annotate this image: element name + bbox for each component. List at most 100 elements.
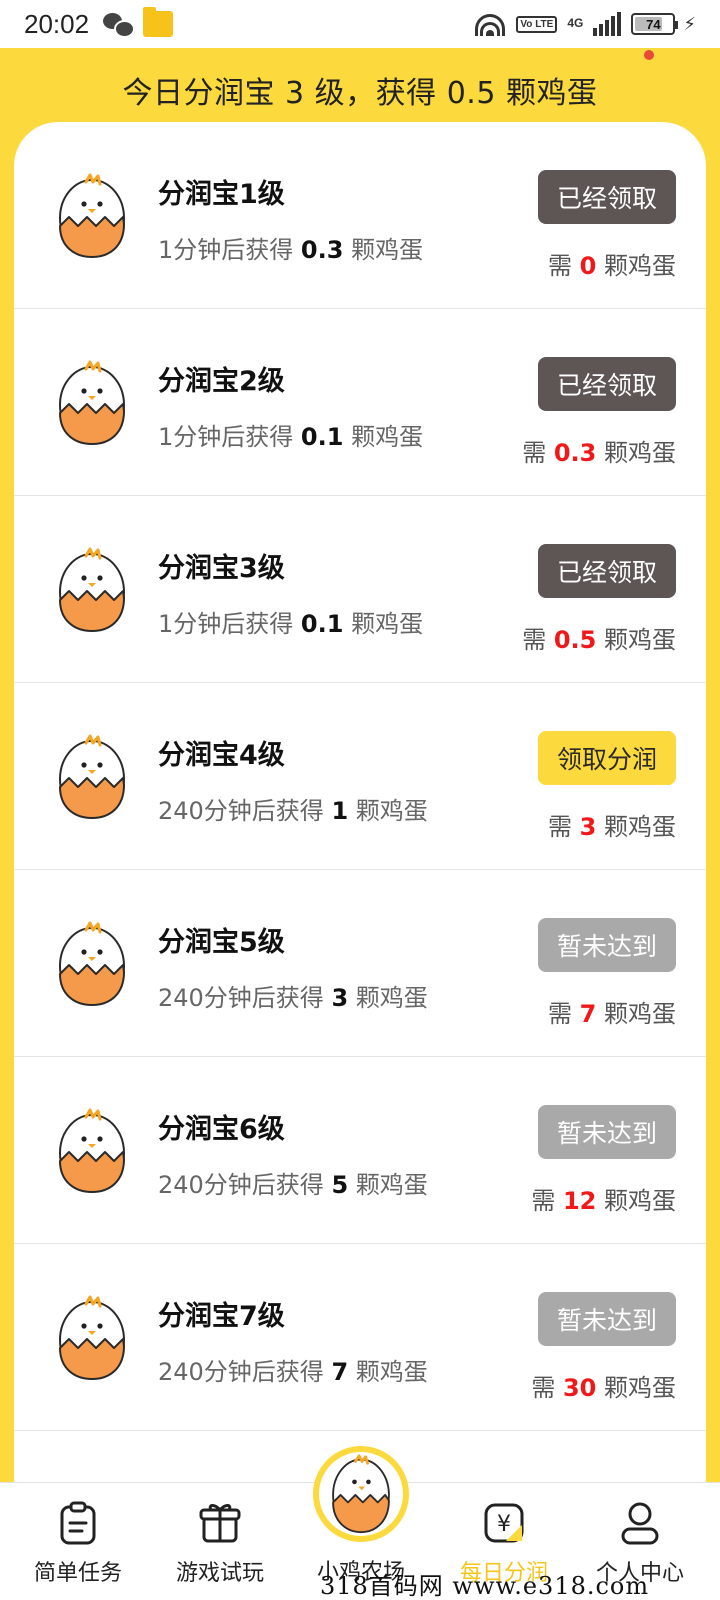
level-row: 分润宝7级 240分钟后获得 7 颗鸡蛋 暂未达到 需 30 颗鸡蛋 bbox=[14, 1244, 706, 1431]
level-requirement: 需 12 颗鸡蛋 bbox=[531, 1181, 676, 1216]
level-requirement: 需 0.5 颗鸡蛋 bbox=[522, 620, 676, 655]
signal-icon bbox=[593, 12, 622, 36]
reward-suffix: 颗鸡蛋 bbox=[351, 236, 424, 264]
claimed-button[interactable]: 已经领取 bbox=[538, 357, 676, 411]
level-row: 分润宝3级 1分钟后获得 0.1 颗鸡蛋 已经领取 需 0.5 颗鸡蛋 bbox=[14, 496, 706, 683]
red-dot-decoration bbox=[644, 50, 654, 60]
level-row: 分润宝5级 240分钟后获得 3 颗鸡蛋 暂未达到 需 7 颗鸡蛋 bbox=[14, 870, 706, 1057]
reward-prefix: 1分钟后获得 bbox=[158, 236, 294, 264]
reward-amount: 0.1 bbox=[300, 610, 344, 638]
need-suffix: 颗鸡蛋 bbox=[604, 626, 676, 654]
level-reward-desc: 1分钟后获得 0.1 颗鸡蛋 bbox=[158, 417, 423, 452]
wechat-icon bbox=[103, 11, 136, 38]
notification-icons bbox=[103, 7, 174, 38]
level-requirement: 需 0 颗鸡蛋 bbox=[548, 246, 676, 281]
reward-amount: 0.1 bbox=[300, 423, 344, 451]
level-reward-desc: 240分钟后获得 7 颗鸡蛋 bbox=[158, 1352, 428, 1387]
chick-egg-icon bbox=[59, 173, 125, 258]
level-title: 分润宝1级 bbox=[158, 179, 285, 210]
clipboard-icon bbox=[60, 1501, 96, 1545]
need-amount: 12 bbox=[562, 1187, 597, 1215]
not-reached-button[interactable]: 暂未达到 bbox=[538, 1105, 676, 1159]
system-icons: Vo LTE 4G 74 ⚡ bbox=[474, 12, 696, 36]
claim-profit-button[interactable]: 领取分润 bbox=[538, 731, 676, 785]
nav-chick-farm-button[interactable] bbox=[313, 1446, 409, 1542]
reward-prefix: 240分钟后获得 bbox=[158, 797, 324, 825]
need-suffix: 颗鸡蛋 bbox=[604, 252, 676, 280]
level-title: 分润宝2级 bbox=[158, 366, 285, 397]
reward-prefix: 240分钟后获得 bbox=[158, 1358, 324, 1386]
need-amount: 0.5 bbox=[553, 626, 597, 654]
need-suffix: 颗鸡蛋 bbox=[604, 1374, 676, 1402]
battery-level: 74 bbox=[646, 16, 661, 32]
need-suffix: 颗鸡蛋 bbox=[604, 813, 676, 841]
reward-amount: 3 bbox=[331, 984, 349, 1012]
level-reward-desc: 240分钟后获得 5 颗鸡蛋 bbox=[158, 1165, 428, 1200]
nav-label-simple-tasks: 简单任务 bbox=[33, 1561, 122, 1586]
chick-egg-icon bbox=[332, 1454, 390, 1534]
reward-amount: 1 bbox=[331, 797, 349, 825]
reward-suffix: 颗鸡蛋 bbox=[355, 1358, 428, 1386]
claimed-button[interactable]: 已经领取 bbox=[538, 544, 676, 598]
level-title: 分润宝7级 bbox=[158, 1301, 285, 1332]
need-suffix: 颗鸡蛋 bbox=[604, 439, 676, 467]
volte-icon: Vo LTE bbox=[516, 15, 558, 33]
need-prefix: 需 bbox=[531, 1374, 556, 1402]
svg-text:¥: ¥ bbox=[497, 1512, 511, 1537]
nav-simple-tasks[interactable]: 简单任务 bbox=[6, 1483, 150, 1600]
chick-egg-icon bbox=[59, 1295, 125, 1380]
need-suffix: 颗鸡蛋 bbox=[604, 1187, 676, 1215]
level-row: 分润宝6级 240分钟后获得 5 颗鸡蛋 暂未达到 需 12 颗鸡蛋 bbox=[14, 1057, 706, 1244]
chick-egg-icon bbox=[59, 921, 125, 1006]
level-requirement: 需 0.3 颗鸡蛋 bbox=[522, 433, 676, 468]
reward-amount: 5 bbox=[331, 1171, 349, 1199]
level-title: 分润宝3级 bbox=[158, 553, 285, 584]
need-suffix: 颗鸡蛋 bbox=[604, 1000, 676, 1028]
need-prefix: 需 bbox=[548, 252, 573, 280]
status-time: 20:02 bbox=[24, 8, 90, 39]
level-title: 分润宝4级 bbox=[158, 740, 285, 771]
reward-prefix: 1分钟后获得 bbox=[158, 423, 294, 451]
chick-egg-icon bbox=[59, 547, 125, 632]
nav-label-game-trial: 游戏试玩 bbox=[175, 1561, 264, 1586]
reward-prefix: 240分钟后获得 bbox=[158, 984, 324, 1012]
chick-egg-icon bbox=[59, 734, 125, 819]
user-icon bbox=[621, 1502, 659, 1545]
level-list: 分润宝1级 1分钟后获得 0.3 颗鸡蛋 已经领取 需 0 颗鸡蛋 分润宝2级 … bbox=[14, 122, 706, 1482]
gift-box-icon bbox=[199, 1504, 241, 1543]
wifi-icon bbox=[474, 12, 506, 36]
level-reward-desc: 1分钟后获得 0.1 颗鸡蛋 bbox=[158, 604, 423, 639]
need-amount: 0 bbox=[579, 252, 597, 280]
yuan-icon: ¥ bbox=[484, 1503, 524, 1543]
claimed-button[interactable]: 已经领取 bbox=[538, 170, 676, 224]
level-reward-desc: 240分钟后获得 3 颗鸡蛋 bbox=[158, 978, 428, 1013]
reward-suffix: 颗鸡蛋 bbox=[355, 797, 428, 825]
reward-suffix: 颗鸡蛋 bbox=[355, 984, 428, 1012]
need-prefix: 需 bbox=[531, 1187, 556, 1215]
watermark: 318首码网 www.e318.com bbox=[320, 1572, 650, 1600]
need-prefix: 需 bbox=[522, 439, 547, 467]
level-reward-desc: 240分钟后获得 1 颗鸡蛋 bbox=[158, 791, 428, 826]
battery-icon: 74 bbox=[631, 13, 679, 35]
reward-suffix: 颗鸡蛋 bbox=[351, 423, 424, 451]
need-prefix: 需 bbox=[548, 1000, 573, 1028]
folder-icon bbox=[143, 7, 174, 37]
level-title: 分润宝5级 bbox=[158, 927, 285, 958]
reward-prefix: 1分钟后获得 bbox=[158, 610, 294, 638]
need-prefix: 需 bbox=[522, 626, 547, 654]
reward-suffix: 颗鸡蛋 bbox=[355, 1171, 428, 1199]
need-prefix: 需 bbox=[548, 813, 573, 841]
status-bar: 20:02 Vo LTE 4G 74 ⚡ bbox=[0, 0, 720, 48]
network-type-label: 4G bbox=[567, 16, 584, 30]
level-row: 分润宝2级 1分钟后获得 0.1 颗鸡蛋 已经领取 需 0.3 颗鸡蛋 bbox=[14, 309, 706, 496]
level-reward-desc: 1分钟后获得 0.3 颗鸡蛋 bbox=[158, 230, 423, 265]
chick-egg-icon bbox=[59, 360, 125, 445]
page-title: 今日分润宝 3 级，获得 0.5 颗鸡蛋 bbox=[122, 76, 598, 111]
reward-suffix: 颗鸡蛋 bbox=[351, 610, 424, 638]
reward-prefix: 240分钟后获得 bbox=[158, 1171, 324, 1199]
not-reached-button[interactable]: 暂未达到 bbox=[538, 1292, 676, 1346]
nav-game-trial[interactable]: 游戏试玩 bbox=[148, 1483, 292, 1600]
level-title: 分润宝6级 bbox=[158, 1114, 285, 1145]
not-reached-button[interactable]: 暂未达到 bbox=[538, 918, 676, 972]
need-amount: 30 bbox=[562, 1374, 597, 1402]
